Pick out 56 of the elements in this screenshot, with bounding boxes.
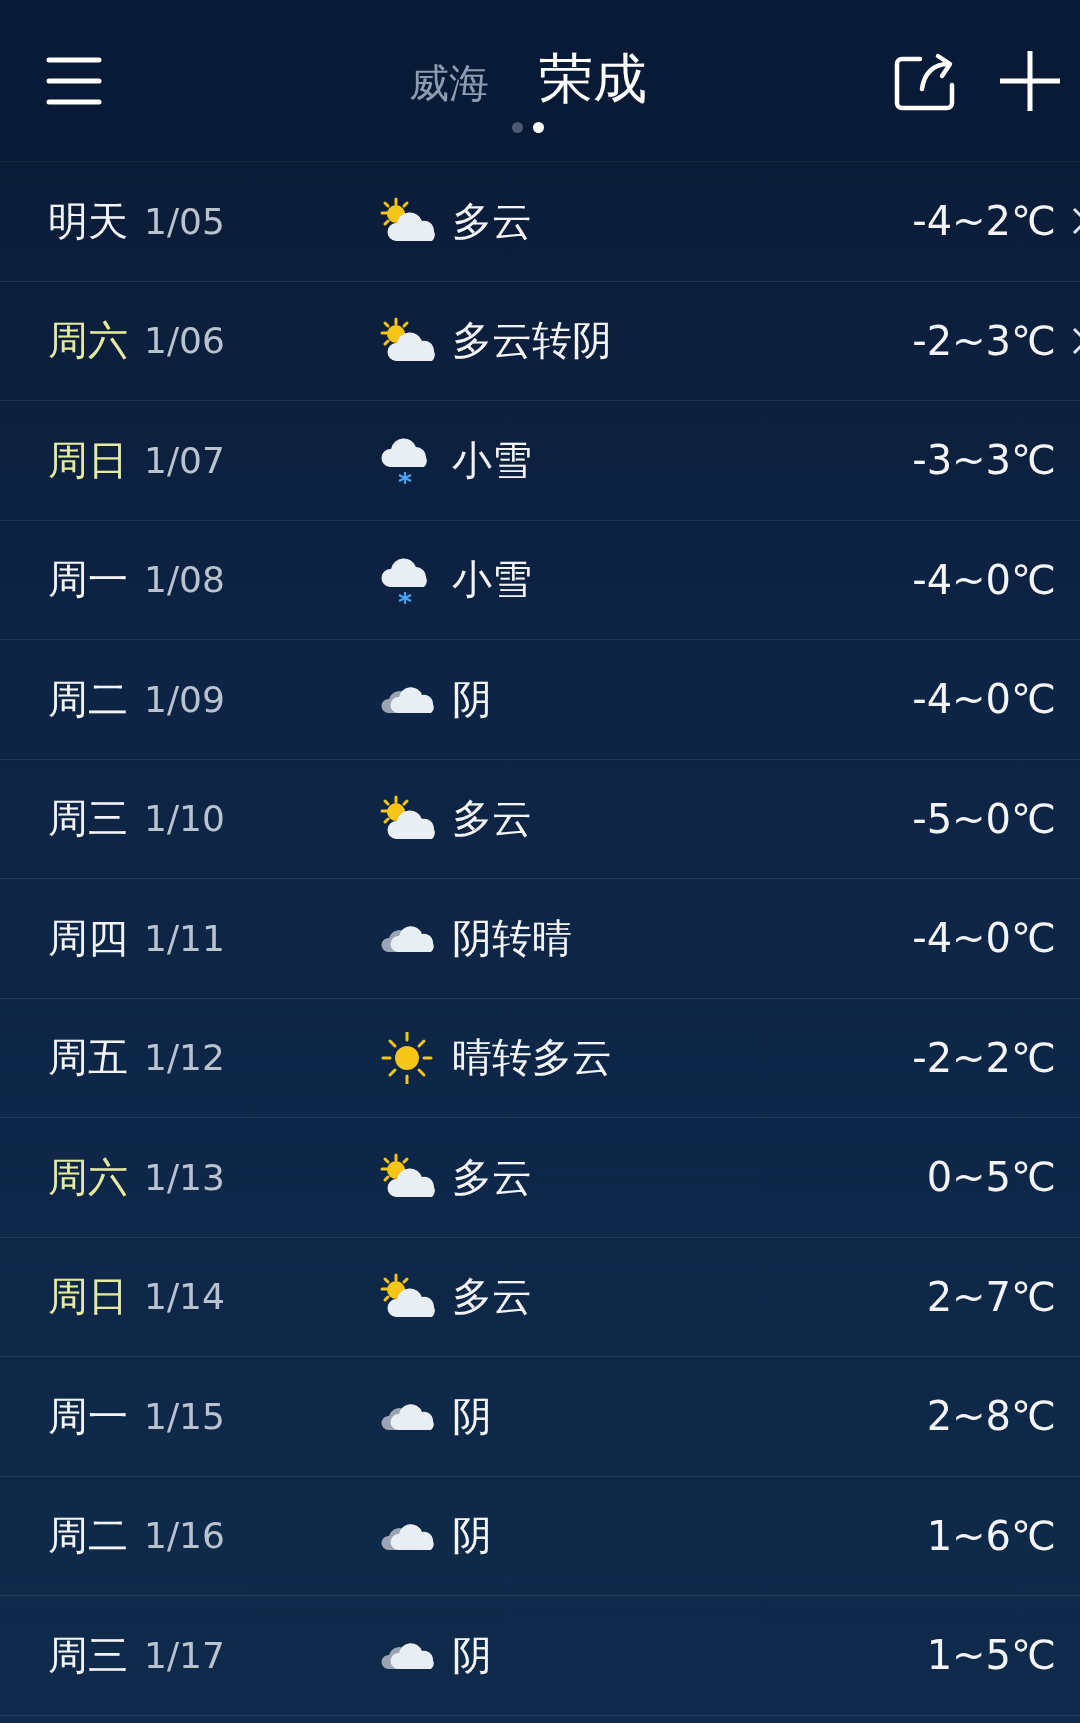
date-label: 1/08 [144,559,226,601]
day-label: 周二 [48,674,129,724]
date-label: 1/07 [144,439,226,481]
date-label: 1/09 [144,678,226,720]
temperature-range: 2~7℃ [926,1273,1056,1320]
condition-label: 阴 [452,1511,493,1561]
condition-label: 阴 [452,1630,493,1680]
day-label: 明天 [48,196,129,246]
date-label: 1/15 [144,1395,226,1437]
condition-label: 阴 [452,1391,493,1441]
date-label: 1/14 [144,1276,226,1318]
temperature-range: -5~0℃ [912,795,1056,842]
city-tab[interactable]: 荣成 [539,42,647,116]
condition-label: 小雪 [452,435,533,485]
day-label: 周六 [48,1152,129,1202]
condition-label: 晴转多云 [452,1033,613,1083]
temperature-range: -2~2℃ [912,1034,1056,1081]
date-label: 1/12 [144,1037,226,1079]
temperature-range: -4~2℃ [912,198,1056,245]
condition-label: 多云 [452,196,533,246]
day-label: 周六 [48,316,129,366]
temperature-range: -3~3℃ [912,437,1056,484]
condition-label: 多云 [452,1152,533,1202]
condition-label: 多云转阴 [452,316,613,366]
day-label: 周三 [48,1630,129,1680]
temperature-range: 2~8℃ [926,1393,1056,1440]
add-icon[interactable] [1000,50,1060,111]
menu-icon[interactable] [46,55,102,106]
condition-label: 多云 [452,794,533,844]
date-label: 1/13 [144,1156,226,1198]
day-label: 周日 [48,1272,129,1322]
temperature-range: -4~0℃ [912,556,1056,603]
day-label: 周二 [48,1511,129,1561]
condition-label: 阴 [452,674,493,724]
date-label: 1/05 [144,200,226,242]
temperature-range: -4~0℃ [912,915,1056,962]
condition-label: 小雪 [452,555,533,605]
date-label: 1/10 [144,798,226,840]
condition-label: 阴转晴 [452,913,573,963]
date-label: 1/11 [144,917,226,959]
temperature-range: -4~0℃ [912,676,1056,723]
day-label: 周一 [48,555,129,605]
temperature-range: 1~6℃ [926,1512,1056,1559]
date-label: 1/17 [144,1634,226,1676]
day-label: 周四 [48,913,129,963]
day-label: 周三 [48,794,129,844]
day-label: 周五 [48,1033,129,1083]
condition-label: 多云 [452,1272,533,1322]
day-label: 周一 [48,1391,129,1441]
temperature-range: 0~5℃ [926,1154,1056,1201]
city-tab[interactable]: 威海 [409,55,489,111]
day-label: 周日 [48,435,129,485]
date-label: 1/06 [144,320,226,362]
temperature-range: -2~3℃ [912,317,1056,364]
temperature-range: 1~5℃ [926,1632,1056,1679]
date-label: 1/16 [144,1515,226,1557]
